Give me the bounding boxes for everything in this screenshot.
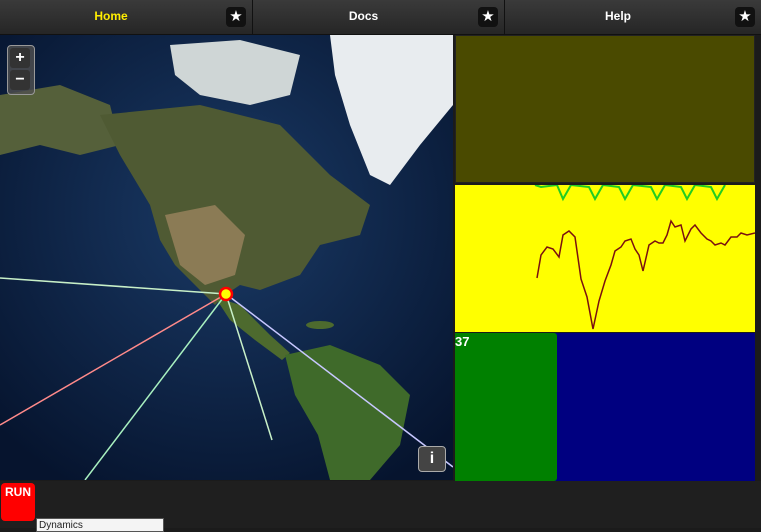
olive-panel	[455, 35, 755, 183]
run-button[interactable]: RUN	[1, 483, 35, 521]
navy-panel: 37	[455, 333, 755, 481]
location-marker[interactable]	[218, 286, 234, 302]
caribbean-islands	[306, 321, 334, 329]
tile-count: 37	[455, 334, 470, 349]
tab-bar: Home ★ Docs ★ Help ★	[0, 0, 761, 35]
red-series-line	[536, 219, 755, 330]
info-button[interactable]: i	[418, 446, 446, 472]
chart-panel	[455, 185, 755, 332]
tab-docs-label: Docs	[348, 9, 379, 23]
tab-home[interactable]: Home ★	[0, 0, 253, 34]
tab-home-label: Home	[94, 9, 128, 23]
green-tile[interactable]: 37	[455, 333, 557, 481]
map-imagery	[0, 35, 453, 480]
zoom-in-button[interactable]: +	[10, 48, 30, 68]
tab-help-label: Help	[604, 9, 631, 23]
green-series-line	[534, 185, 726, 202]
world-map[interactable]: + − i	[0, 35, 453, 480]
star-icon[interactable]: ★	[478, 7, 498, 27]
bottom-bar: RUN Dynamics	[0, 481, 761, 532]
star-icon[interactable]: ★	[226, 7, 246, 27]
tab-help[interactable]: Help ★	[505, 0, 761, 34]
chart-plot	[534, 185, 755, 330]
zoom-out-button[interactable]: −	[10, 70, 30, 90]
tab-docs[interactable]: Docs ★	[253, 0, 505, 34]
zoom-control: + −	[7, 45, 35, 95]
tree-item[interactable]: Dynamics	[36, 518, 164, 532]
star-icon[interactable]: ★	[735, 7, 755, 27]
